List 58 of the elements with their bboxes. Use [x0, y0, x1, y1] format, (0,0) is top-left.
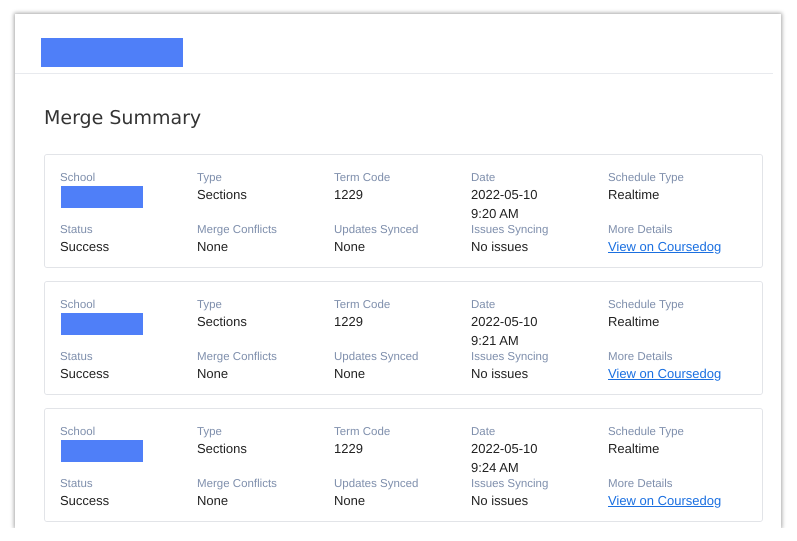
- field-value: 2022-05-10 9:20 AM: [471, 186, 538, 223]
- field-label: Schedule Type: [608, 425, 684, 439]
- field-label: Status: [60, 223, 93, 237]
- field-value: Realtime: [608, 440, 660, 458]
- field-label: Merge Conflicts: [197, 223, 277, 237]
- field-label: Merge Conflicts: [197, 477, 277, 491]
- field-value: No issues: [471, 238, 528, 256]
- field-label: Type: [197, 171, 222, 185]
- view-link[interactable]: View on Coursedog: [608, 364, 722, 383]
- field-label: Status: [60, 350, 93, 364]
- field-value: No issues: [471, 365, 528, 383]
- view-link[interactable]: View on Coursedog: [608, 237, 722, 256]
- field-label: School: [60, 171, 96, 185]
- field-label: Term Code: [334, 171, 390, 185]
- field-label: School: [60, 425, 96, 439]
- field-label: More Details: [608, 477, 673, 491]
- field-value: Sections: [197, 313, 247, 331]
- field-value: Realtime: [608, 313, 660, 331]
- field-label: Status: [60, 477, 93, 491]
- field-value: None: [334, 365, 366, 383]
- field-label: Schedule Type: [608, 298, 684, 312]
- field-label: Updates Synced: [334, 350, 418, 364]
- field-label: Updates Synced: [334, 477, 418, 491]
- field-label: Type: [197, 298, 222, 312]
- field-label: Issues Syncing: [471, 477, 548, 491]
- field-value: None: [197, 492, 228, 510]
- field-value: 1229: [334, 186, 363, 204]
- field-label: Date: [471, 425, 496, 439]
- field-label: Issues Syncing: [471, 350, 548, 364]
- field-value: Sections: [197, 186, 247, 204]
- field-value: None: [334, 492, 366, 510]
- field-label: Issues Syncing: [471, 223, 548, 237]
- field-label: Updates Synced: [334, 223, 418, 237]
- field-value: None: [197, 365, 228, 383]
- field-value: Success: [60, 365, 110, 383]
- field-value: None: [197, 238, 228, 256]
- field-value: No issues: [471, 492, 528, 510]
- page-title: Merge Summary: [44, 106, 202, 130]
- field-value: 2022-05-10 9:24 AM: [471, 440, 538, 477]
- field-value: Realtime: [608, 186, 660, 204]
- field-label: Term Code: [334, 298, 390, 312]
- field-value: Sections: [197, 440, 247, 458]
- field-label: Date: [471, 298, 496, 312]
- view-link[interactable]: View on Coursedog: [608, 491, 722, 510]
- field-label: More Details: [608, 350, 673, 364]
- field-label: Merge Conflicts: [197, 350, 277, 364]
- field-value: Success: [60, 238, 110, 256]
- field-value: Success: [60, 492, 110, 510]
- field-label: Schedule Type: [608, 171, 684, 185]
- field-label: More Details: [608, 223, 673, 237]
- field-label: School: [60, 298, 96, 312]
- field-label: Date: [471, 171, 496, 185]
- field-value: 2022-05-10 9:21 AM: [471, 313, 538, 350]
- field-value: 1229: [334, 313, 363, 331]
- field-value: 1229: [334, 440, 363, 458]
- field-value: None: [334, 238, 366, 256]
- field-label: Type: [197, 425, 222, 439]
- field-label: Term Code: [334, 425, 390, 439]
